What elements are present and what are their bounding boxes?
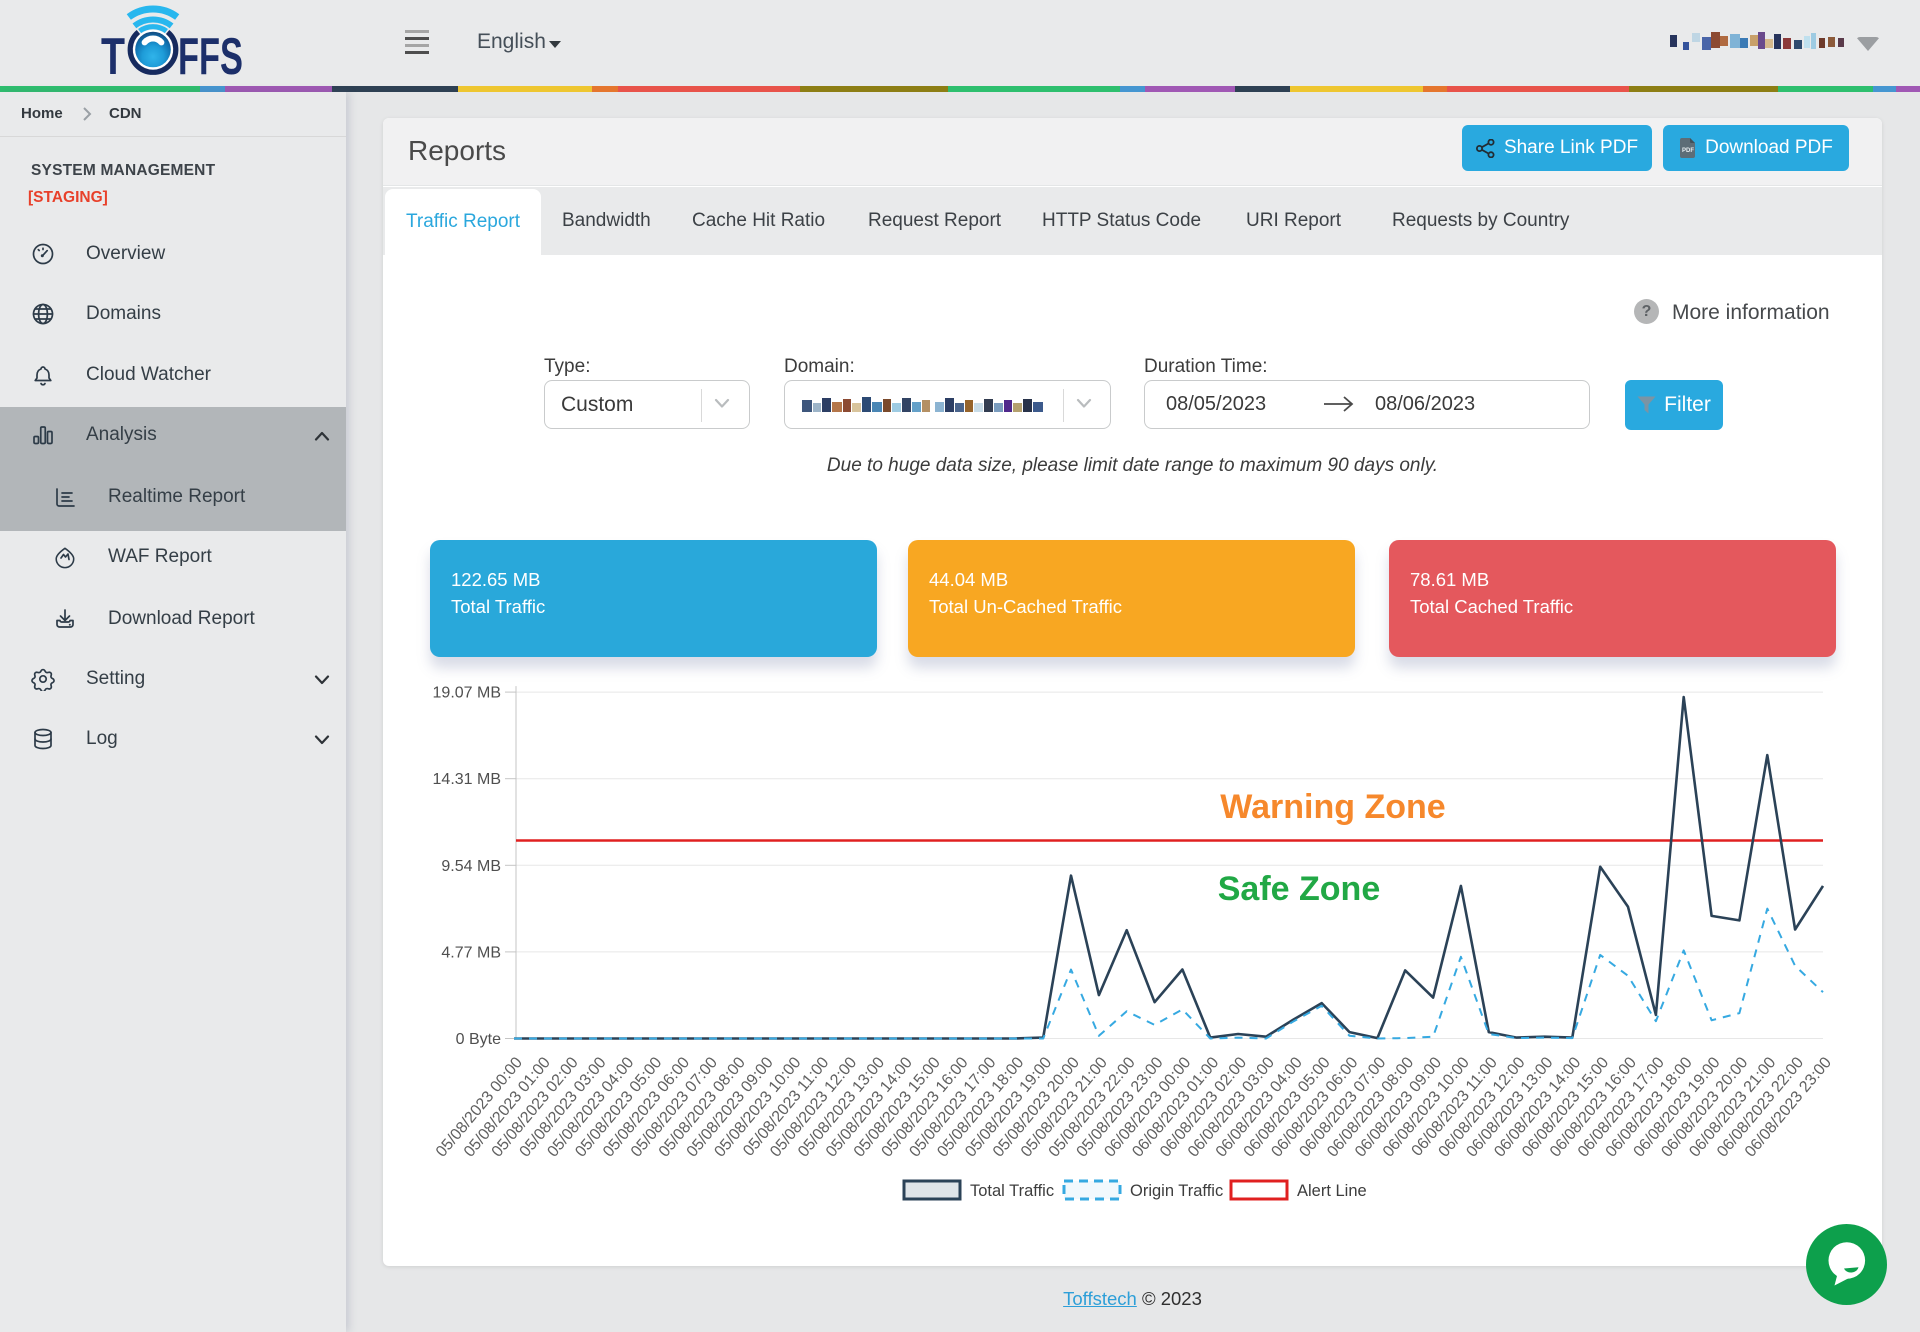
svg-text:Warning Zone: Warning Zone bbox=[1220, 788, 1445, 826]
svg-text:FFS: FFS bbox=[178, 28, 243, 84]
svg-text:T: T bbox=[101, 28, 125, 84]
svg-text:14.31 MB: 14.31 MB bbox=[433, 771, 501, 788]
svg-text:Origin Traffic: Origin Traffic bbox=[1130, 1182, 1223, 1200]
svg-text:9.54 MB: 9.54 MB bbox=[441, 858, 501, 875]
svg-text:Safe Zone: Safe Zone bbox=[1218, 870, 1380, 908]
svg-text:4.77 MB: 4.77 MB bbox=[441, 944, 501, 961]
svg-text:0 Byte: 0 Byte bbox=[456, 1031, 501, 1048]
svg-text:Alert Line: Alert Line bbox=[1297, 1182, 1367, 1200]
svg-text:19.07 MB: 19.07 MB bbox=[433, 685, 501, 702]
svg-text:Total Traffic: Total Traffic bbox=[970, 1182, 1054, 1200]
svg-text:PDF: PDF bbox=[1682, 148, 1694, 154]
